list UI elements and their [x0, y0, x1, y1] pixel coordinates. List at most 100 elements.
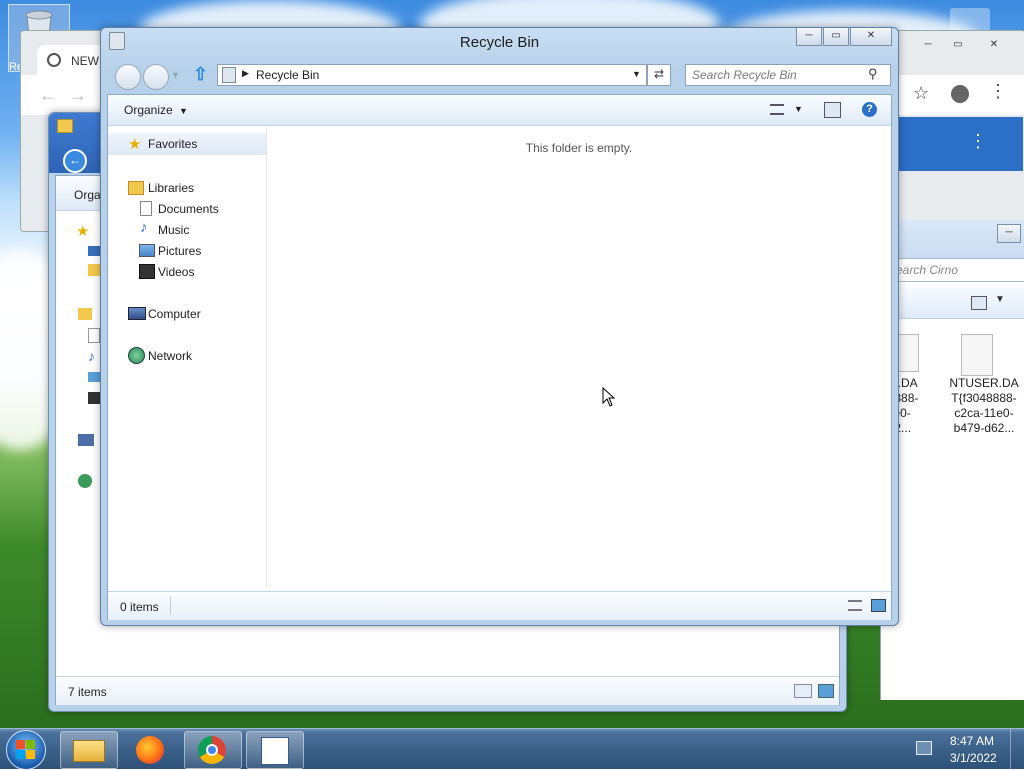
document-icon: [140, 201, 152, 216]
command-bar: Organize ▼ ▼ ?: [108, 95, 891, 126]
nav-videos-label: Videos: [158, 265, 195, 279]
breadcrumb[interactable]: Recycle Bin: [256, 68, 319, 82]
preview-pane-icon[interactable]: [824, 102, 841, 118]
up-arrow-icon[interactable]: ⇧: [193, 64, 208, 85]
organize-button[interactable]: Organize ▼: [124, 103, 188, 117]
nav-computer-label: Computer: [148, 307, 201, 321]
nav-documents[interactable]: Documents: [108, 198, 266, 218]
breadcrumb-chevron-icon[interactable]: ▶: [242, 68, 249, 79]
start-button[interactable]: [6, 730, 46, 770]
windows-logo-icon: [16, 740, 35, 759]
nav-music[interactable]: ♪ Music: [108, 219, 266, 239]
details-view-icon[interactable]: [794, 684, 812, 698]
content-pane[interactable]: This folder is empty.: [267, 125, 891, 587]
taskbar-notepad-button[interactable]: [246, 731, 304, 769]
large-icons-view-icon[interactable]: [871, 599, 886, 612]
navigation-pane: ★ Favorites Libraries Documents ♪ Music …: [108, 125, 267, 587]
picture-icon: [139, 244, 155, 257]
maximize-button[interactable]: ▭: [823, 28, 849, 46]
document-icon: [88, 328, 100, 343]
star-icon[interactable]: ☆: [913, 83, 929, 104]
back-button[interactable]: [115, 64, 141, 90]
show-desktop-button[interactable]: [1010, 729, 1024, 769]
address-recycle-icon: [222, 67, 236, 83]
nav-network[interactable]: Network: [108, 345, 266, 365]
chrome-tab-title: NEW: [71, 54, 99, 68]
network-tray-icon[interactable]: [916, 741, 932, 755]
explorer-bg-back-icon[interactable]: ←: [63, 149, 87, 173]
nav-libraries-label: Libraries: [148, 181, 195, 195]
file-item[interactable]: NTUSER.DA T{f3048888- c2ca-11e0- b479-d6…: [943, 330, 1023, 440]
chrome-tab-icon: [47, 53, 61, 67]
chrome-icon: [198, 736, 226, 764]
forward-arrow-icon[interactable]: →: [69, 85, 87, 106]
firefox-icon: [136, 736, 164, 764]
clock-time[interactable]: 8:47 AM: [950, 734, 994, 748]
view-options-chevron-icon[interactable]: ▼: [794, 104, 803, 114]
status-divider: [170, 596, 171, 614]
chevron-down-icon: ▼: [179, 106, 188, 116]
taskbar-firefox-button[interactable]: [122, 731, 180, 769]
file-name: NTUSER.DA T{f3048888- c2ca-11e0- b479-d6…: [949, 376, 1019, 435]
nav-videos[interactable]: Videos: [108, 261, 266, 281]
profile-icon[interactable]: [951, 85, 969, 103]
window-title: Recycle Bin: [459, 34, 540, 51]
nav-pictures[interactable]: Pictures: [108, 240, 266, 260]
taskbar-explorer-button[interactable]: [60, 731, 118, 769]
explorer-bg-status: 7 items: [68, 685, 107, 699]
minimize-button[interactable]: ─: [796, 28, 822, 46]
explorer-cirno-search[interactable]: earch Cirno: [893, 258, 1024, 282]
explorer-cirno-minimize-button[interactable]: ─: [997, 224, 1021, 243]
change-view-icon[interactable]: [770, 104, 784, 115]
nav-favorites-label: Favorites: [148, 137, 198, 151]
close-button[interactable]: ✕: [850, 28, 892, 46]
nav-documents-label: Documents: [158, 202, 219, 216]
nav-favorites[interactable]: ★ Favorites: [108, 133, 266, 155]
details-view-icon[interactable]: [848, 600, 862, 611]
nav-computer[interactable]: Computer: [108, 303, 266, 323]
address-dropdown-icon[interactable]: ▼: [632, 69, 641, 79]
computer-icon: [128, 307, 146, 320]
clock-date[interactable]: 3/1/2022: [950, 751, 997, 765]
recycle-bin-window: Recycle Bin ─ ▭ ✕ ▼ ⇧ ▶ Recycle Bin ▼ ⇄ …: [100, 27, 899, 626]
explorer-cirno-window: ─ earch Cirno ▼ ER.DA 48888- 11e0- d62..…: [880, 220, 1024, 700]
network-icon: [128, 347, 145, 364]
nav-music-label: Music: [158, 223, 190, 237]
star-icon: ★: [76, 223, 90, 240]
nav-libraries[interactable]: Libraries: [108, 177, 266, 197]
chrome-menu-icon[interactable]: ⋮: [989, 81, 1007, 102]
film-icon: [139, 264, 155, 279]
library-folder-icon: [128, 181, 144, 195]
recycle-client: Organize ▼ ▼ ? ★ Favorites Libraries Doc…: [107, 94, 892, 620]
explorer-cirno-cmdbar: ▼: [881, 284, 1024, 319]
views-icon[interactable]: [971, 296, 987, 310]
explorer-bg-statusbar: 7 items: [56, 676, 839, 705]
folder-icon: [73, 740, 105, 762]
explorer-cirno-search-text: earch Cirno: [896, 263, 959, 277]
nav-pictures-label: Pictures: [158, 244, 202, 258]
explorer-bg-organize[interactable]: Orga: [74, 188, 101, 202]
chrome-maximize-button[interactable]: ▭: [947, 37, 969, 54]
taskbar: 8:47 AM 3/1/2022: [0, 728, 1024, 770]
help-icon[interactable]: ?: [862, 102, 877, 117]
tiles-view-icon[interactable]: [818, 684, 834, 698]
recent-pages-chevron-icon[interactable]: ▼: [171, 70, 180, 80]
search-icon[interactable]: ⚲: [868, 66, 878, 82]
search-input[interactable]: Search Recycle Bin ⚲: [685, 64, 891, 86]
taskbar-chrome-button[interactable]: [184, 731, 242, 769]
refresh-button[interactable]: ⇄: [647, 64, 671, 86]
address-bar[interactable]: ▶ Recycle Bin ▼: [217, 64, 647, 86]
status-text: 0 items: [120, 600, 159, 614]
empty-folder-message: This folder is empty.: [525, 141, 633, 155]
back-arrow-icon[interactable]: ←: [39, 85, 57, 106]
network-icon: [78, 474, 92, 488]
chrome-content-menu-icon[interactable]: ⋮: [969, 131, 987, 152]
music-icon: ♪: [88, 348, 95, 364]
explorer-bg-folder-icon: [57, 119, 73, 133]
chrome-close-button[interactable]: ✕: [983, 37, 1005, 54]
file-icon: [961, 334, 993, 376]
nav-network-label: Network: [148, 349, 193, 363]
chevron-down-icon[interactable]: ▼: [995, 294, 1005, 305]
chrome-minimize-button[interactable]: ─: [917, 37, 939, 54]
forward-button[interactable]: [143, 64, 169, 90]
